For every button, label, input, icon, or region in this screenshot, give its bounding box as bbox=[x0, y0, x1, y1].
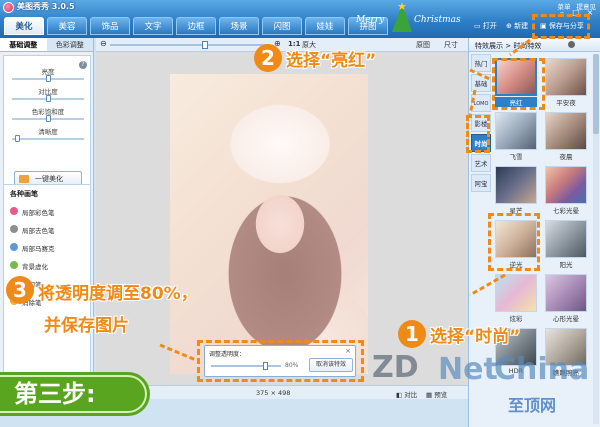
watermark-china: China bbox=[494, 352, 590, 387]
arrow-to-fashion bbox=[468, 89, 477, 116]
step-badge: 第三步: bbox=[0, 372, 150, 416]
arrow-from-backlight bbox=[469, 273, 506, 297]
watermark-site-name: 至顶网 bbox=[508, 396, 557, 415]
arrow-to-bright-red bbox=[469, 68, 493, 82]
arrow-to-opacity-dialog bbox=[159, 343, 197, 362]
watermark-net: Net bbox=[438, 352, 498, 387]
arrow-to-save bbox=[509, 38, 531, 57]
